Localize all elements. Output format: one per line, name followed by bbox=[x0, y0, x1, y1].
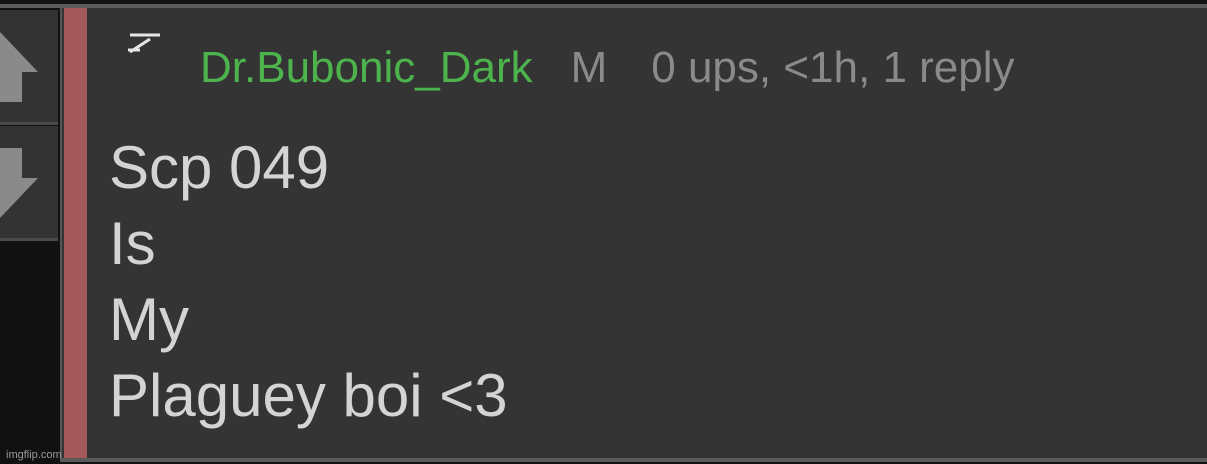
comment-body-line: My bbox=[109, 286, 189, 353]
comment-screenshot: Dr.Bubonic_Dark M 0 ups, <1h, 1 reply Sc… bbox=[0, 0, 1207, 464]
downvote-button[interactable] bbox=[0, 126, 58, 238]
imgflip-watermark: imgflip.com bbox=[6, 449, 62, 461]
comment-body-line: Plaguey boi <3 bbox=[109, 362, 508, 429]
collapse-icon[interactable] bbox=[120, 30, 168, 60]
arrow-down-icon bbox=[0, 148, 38, 218]
gender-badge: M bbox=[570, 43, 608, 92]
username-link[interactable]: Dr.Bubonic_Dark bbox=[200, 43, 533, 93]
comment-depth-bar[interactable] bbox=[64, 8, 87, 460]
arrow-up-icon bbox=[0, 32, 38, 102]
upvote-button[interactable] bbox=[0, 10, 58, 122]
vote-divider bbox=[0, 122, 58, 125]
vote-divider bbox=[0, 238, 58, 241]
comment-stats: 0 ups, <1h, 1 reply bbox=[651, 43, 1015, 92]
vote-column bbox=[0, 8, 58, 464]
comment-body-line: Scp 049 bbox=[109, 134, 330, 201]
comment-body: Scp 049 Is My Plaguey boi <3 bbox=[109, 130, 508, 434]
bottom-border bbox=[60, 458, 1207, 462]
comment-body-line: Is bbox=[109, 210, 156, 277]
comment-meta: Dr.Bubonic_Dark M 0 ups, <1h, 1 reply bbox=[200, 38, 1015, 98]
comment-card: Dr.Bubonic_Dark M 0 ups, <1h, 1 reply Sc… bbox=[60, 8, 1207, 460]
